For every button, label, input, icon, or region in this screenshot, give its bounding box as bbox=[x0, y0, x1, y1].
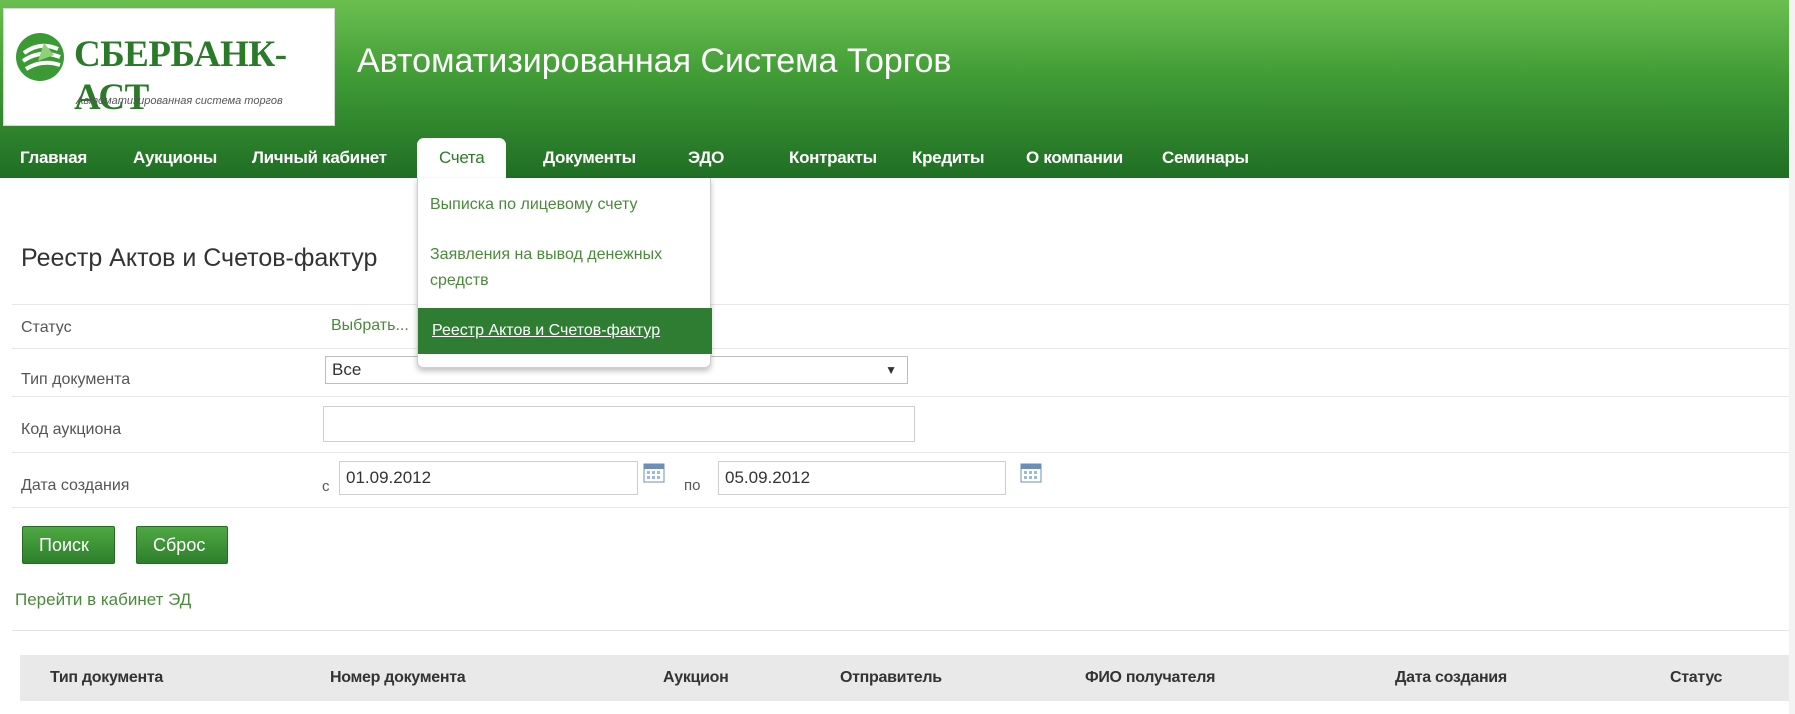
created-date-label: Дата создания bbox=[21, 477, 130, 494]
date-from-prefix: с bbox=[322, 478, 330, 495]
column-header-doc-type[interactable]: Тип документа bbox=[50, 669, 163, 687]
nav-item-cabinet[interactable]: Личный кабинет bbox=[252, 148, 387, 168]
date-to-input[interactable] bbox=[718, 461, 1006, 495]
column-header-status[interactable]: Статус bbox=[1670, 669, 1722, 687]
nav-item-home[interactable]: Главная bbox=[20, 148, 87, 168]
logo[interactable]: СБЕРБАНК-АСТ Автоматизированная система … bbox=[3, 8, 335, 126]
column-header-recipient-name[interactable]: ФИО получателя bbox=[1085, 669, 1215, 687]
doc-type-label: Тип документа bbox=[21, 371, 131, 388]
auction-code-label: Код аукциона bbox=[21, 421, 122, 438]
auction-code-input[interactable] bbox=[323, 406, 915, 442]
date-to-prefix: по bbox=[684, 477, 701, 494]
ed-cabinet-link[interactable]: Перейти в кабинет ЭД bbox=[15, 590, 191, 610]
nav-item-credits[interactable]: Кредиты bbox=[912, 148, 985, 168]
page-title: Реестр Актов и Счетов-фактур bbox=[21, 244, 378, 272]
nav-item-edo[interactable]: ЭДО bbox=[688, 148, 724, 168]
sberbank-logo-icon bbox=[16, 33, 64, 81]
column-header-auction[interactable]: Аукцион bbox=[663, 669, 729, 687]
main-nav: Главная Аукционы Личный кабинет Счета До… bbox=[0, 138, 1795, 182]
status-choose-link[interactable]: Выбрать... bbox=[331, 317, 409, 335]
calendar-icon[interactable] bbox=[1020, 463, 1042, 483]
menu-item-withdrawal-requests[interactable]: Заявления на вывод денежных средств bbox=[430, 242, 702, 294]
page-edge bbox=[1789, 0, 1795, 714]
accounts-dropdown-menu: Выписка по лицевому счету Заявления на в… bbox=[417, 178, 712, 368]
menu-item-acts-registry[interactable]: Реестр Актов и Счетов-фактур bbox=[418, 308, 712, 354]
column-header-sender[interactable]: Отправитель bbox=[840, 669, 942, 687]
nav-item-documents[interactable]: Документы bbox=[543, 148, 636, 168]
reset-button[interactable]: Сброс bbox=[136, 526, 228, 564]
date-from-input[interactable] bbox=[339, 461, 638, 495]
menu-item-account-statement[interactable]: Выписка по лицевому счету bbox=[430, 192, 702, 218]
nav-item-accounts[interactable]: Счета bbox=[417, 138, 507, 182]
column-header-created-date[interactable]: Дата создания bbox=[1395, 669, 1507, 687]
chevron-down-icon: ▼ bbox=[885, 363, 897, 377]
site-header: СБЕРБАНК-АСТ Автоматизированная система … bbox=[0, 0, 1795, 182]
status-row: Статус bbox=[12, 304, 1795, 348]
nav-item-about[interactable]: О компании bbox=[1026, 148, 1123, 168]
results-table: Тип документа Номер документа Аукцион От… bbox=[12, 630, 1795, 714]
status-label: Статус bbox=[21, 319, 72, 336]
search-button[interactable]: Поиск bbox=[22, 526, 115, 564]
logo-subtitle: Автоматизированная система торгов bbox=[76, 95, 283, 107]
table-header-row: Тип документа Номер документа Аукцион От… bbox=[20, 655, 1795, 701]
site-title: Автоматизированная Система Торгов bbox=[357, 42, 952, 80]
calendar-icon[interactable] bbox=[643, 463, 665, 483]
nav-item-contracts[interactable]: Контракты bbox=[789, 148, 877, 168]
nav-item-seminars[interactable]: Семинары bbox=[1162, 148, 1249, 168]
doc-type-value: Все bbox=[332, 360, 362, 379]
column-header-doc-number[interactable]: Номер документа bbox=[330, 669, 466, 687]
nav-item-auctions[interactable]: Аукционы bbox=[133, 148, 217, 168]
